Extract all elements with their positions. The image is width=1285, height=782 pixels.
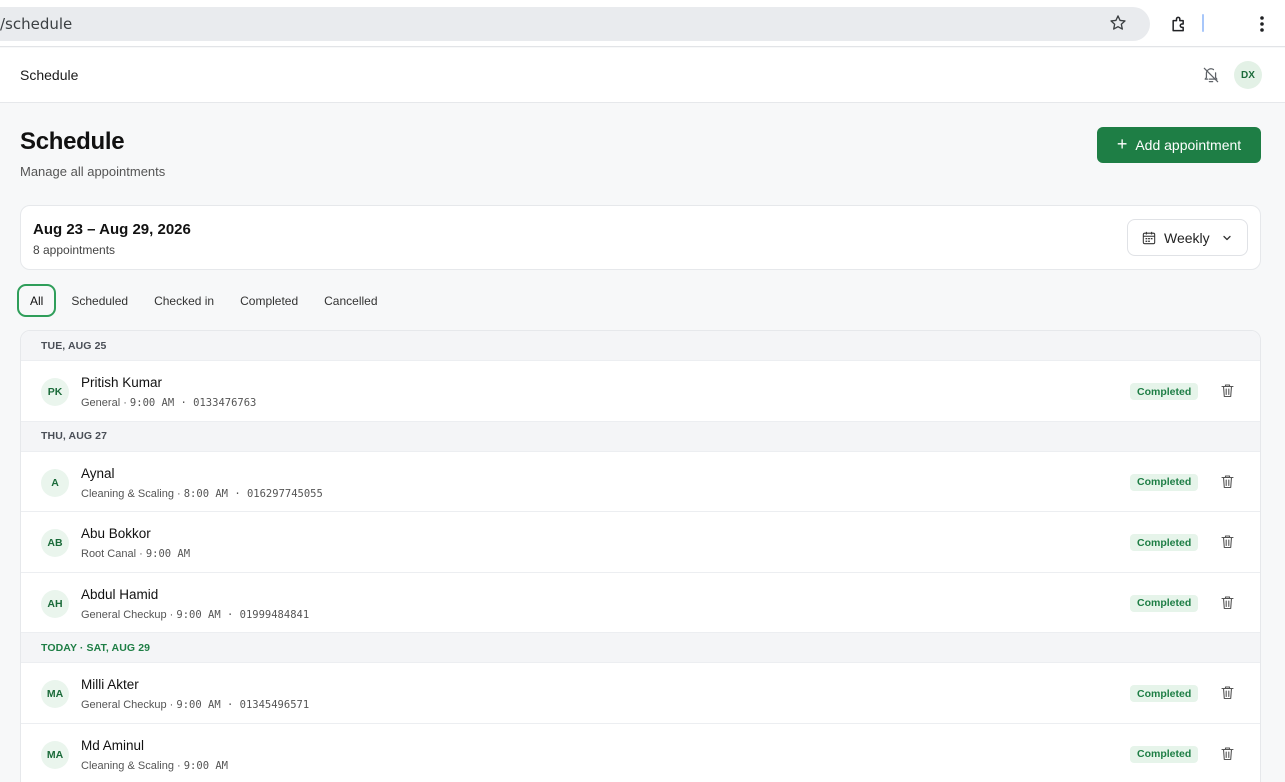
delete-trash-icon[interactable]	[1221, 685, 1234, 700]
patient-name: Pritish Kumar	[81, 375, 163, 390]
appointment-row[interactable]: AB Abu Bokkor Root Canal · 9:00 AM Compl…	[21, 512, 1260, 573]
appointment-time: 9:00 AM	[183, 759, 228, 772]
status-badge: Completed	[1130, 383, 1199, 400]
calendar-icon	[1142, 231, 1156, 244]
status-badge: Completed	[1130, 594, 1199, 612]
service-name: General Checkup ·	[81, 699, 177, 711]
view-mode-select[interactable]: Weekly	[1127, 219, 1248, 256]
status-filter-tabs: All Scheduled Checked in Completed Cance…	[17, 284, 391, 317]
tab-all[interactable]: All	[17, 284, 57, 317]
appointment-count: 8 appointments	[33, 243, 116, 257]
delete-trash-icon[interactable]	[1221, 595, 1234, 610]
appointment-row[interactable]: AH Abdul Hamid General Checkup · 9:00 AM…	[21, 573, 1260, 633]
day-group-header: TUE, AUG 25	[21, 331, 1260, 361]
appointment-row[interactable]: MA Milli Akter General Checkup · 9:00 AM…	[21, 663, 1260, 724]
status-badge: Completed	[1130, 685, 1199, 702]
date-range-card: Aug 23 – Aug 29, 2026 8 appointments Wee…	[20, 205, 1261, 270]
appointment-details: General · 9:00 AM · 0133476763	[81, 397, 256, 409]
browser-menu-icon[interactable]	[1258, 14, 1266, 34]
patient-name: Milli Akter	[81, 677, 139, 692]
plus-icon: +	[1116, 134, 1128, 154]
service-name: Cleaning & Scaling ·	[81, 487, 184, 500]
patient-phone: · 01345496571	[220, 699, 310, 711]
appointment-time: 9:00 AM	[145, 548, 191, 560]
appointment-time: 9:00 AM	[176, 608, 221, 621]
appointment-details: Cleaning & Scaling · 8:00 AM · 016297745…	[81, 488, 323, 500]
browser-chrome: /schedule	[0, 0, 1285, 47]
patient-name: Abu Bokkor	[81, 526, 151, 541]
page-title: Schedule	[20, 128, 125, 155]
appointment-time: 8:00 AM	[183, 487, 228, 500]
address-bar[interactable]: /schedule	[0, 7, 1150, 41]
service-name: Cleaning & Scaling ·	[81, 759, 184, 772]
patient-avatar: AB	[41, 529, 69, 557]
patient-avatar: AH	[41, 589, 69, 618]
status-badge: Completed	[1130, 534, 1199, 551]
service-name: General ·	[81, 397, 130, 409]
appointment-details: Cleaning & Scaling · 9:00 AM	[81, 760, 228, 772]
delete-trash-icon[interactable]	[1221, 534, 1234, 549]
appointment-details: General Checkup · 9:00 AM · 01345496571	[81, 699, 309, 711]
patient-avatar: MA	[41, 740, 69, 769]
delete-trash-icon[interactable]	[1221, 746, 1234, 761]
patient-name: Aynal	[81, 465, 115, 481]
bookmark-star-icon[interactable]	[1108, 13, 1128, 33]
view-mode-label: Weekly	[1164, 229, 1210, 246]
patient-phone: · 016297745055	[228, 487, 323, 500]
patient-phone: · 01999484841	[220, 608, 310, 621]
profile-divider	[1202, 14, 1204, 32]
patient-avatar: A	[41, 468, 69, 497]
patient-avatar: MA	[41, 680, 69, 708]
appointment-time: 9:00 AM	[129, 397, 175, 409]
service-name: General Checkup ·	[81, 608, 177, 621]
day-group-header-today: TODAY · SAT, AUG 29	[21, 633, 1260, 663]
tab-cancelled[interactable]: Cancelled	[311, 284, 390, 317]
status-badge: Completed	[1130, 473, 1199, 491]
app-header: Schedule DX	[0, 48, 1285, 103]
user-avatar[interactable]: DX	[1234, 61, 1262, 89]
patient-name: Md Aminul	[81, 737, 145, 753]
appointment-row[interactable]: A Aynal Cleaning & Scaling · 8:00 AM · 0…	[21, 452, 1260, 512]
appointment-time: 9:00 AM	[176, 699, 221, 711]
patient-phone: · 0133476763	[174, 397, 257, 409]
chevron-down-icon	[1223, 235, 1231, 240]
extensions-icon[interactable]	[1169, 14, 1189, 34]
patient-name: Abdul Hamid	[81, 586, 159, 602]
service-name: Root Canal ·	[81, 548, 146, 560]
appointment-row[interactable]: PK Pritish Kumar General · 9:00 AM · 013…	[21, 361, 1260, 422]
notifications-off-icon[interactable]	[1201, 65, 1221, 85]
delete-trash-icon[interactable]	[1221, 474, 1234, 489]
appointment-list: TUE, AUG 25 PK Pritish Kumar General · 9…	[20, 330, 1261, 782]
add-appointment-button[interactable]: + Add appointment	[1097, 127, 1261, 163]
date-range-title: Aug 23 – Aug 29, 2026	[33, 221, 191, 238]
tab-completed[interactable]: Completed	[227, 284, 311, 317]
delete-trash-icon[interactable]	[1221, 383, 1234, 398]
header-title: Schedule	[20, 67, 79, 83]
appointment-details: General Checkup · 9:00 AM · 01999484841	[81, 609, 309, 621]
tab-scheduled[interactable]: Scheduled	[58, 284, 141, 317]
add-appointment-label: Add appointment	[1135, 137, 1242, 153]
status-badge: Completed	[1130, 745, 1199, 763]
appointment-details: Root Canal · 9:00 AM	[81, 548, 190, 560]
appointment-row[interactable]: MA Md Aminul Cleaning & Scaling · 9:00 A…	[21, 724, 1260, 782]
url-text[interactable]: /schedule	[0, 15, 72, 33]
tab-checked-in[interactable]: Checked in	[141, 284, 227, 317]
day-group-header: THU, AUG 27	[21, 421, 1260, 452]
page-subtitle: Manage all appointments	[20, 164, 166, 179]
patient-avatar: PK	[41, 378, 69, 406]
